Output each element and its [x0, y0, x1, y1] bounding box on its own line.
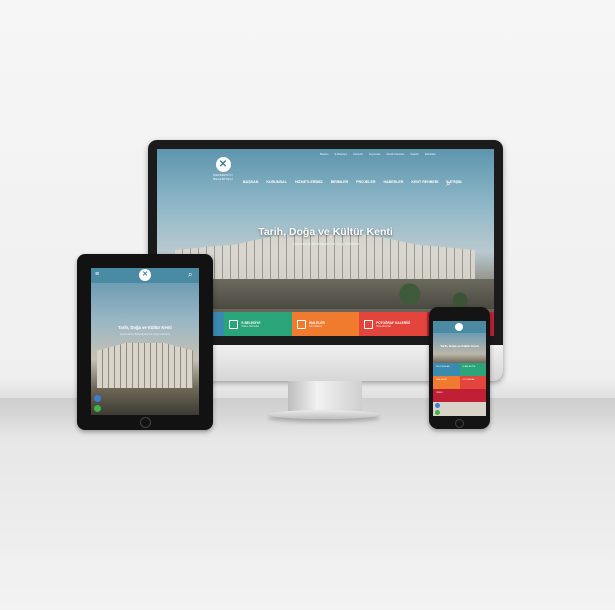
top-link[interactable]: İhaleler: [410, 153, 419, 156]
whatsapp-fab-icon[interactable]: [94, 405, 101, 412]
tile-ihaleler[interactable]: İHALELER Tüm İhaleler: [291, 312, 360, 336]
search-icon[interactable]: ⌕: [188, 270, 192, 280]
phone-tile[interactable]: DUYURULAR: [433, 363, 460, 376]
tile-e-belediye[interactable]: E-BELEDİYE Online Hizmetler: [224, 312, 292, 336]
monitor-stand: [288, 381, 362, 411]
tile-sub: Tüm Albümler: [376, 324, 391, 328]
top-link[interactable]: Haberler: [353, 153, 363, 156]
tile-sub: Online Hizmetler: [241, 324, 260, 328]
nav-item[interactable]: KURUMSAL: [266, 180, 287, 184]
phone-header: [433, 321, 486, 333]
tile-sub: Tüm İhaleler: [308, 324, 323, 328]
top-link[interactable]: Etkinlikler: [425, 153, 436, 156]
tile-title: İHALELER: [308, 320, 325, 325]
site-logo[interactable]: ✕ ÇERKEZKÖY BELEDİYESİ: [209, 157, 237, 185]
calendar-icon: [229, 319, 239, 329]
search-icon[interactable]: ⌕: [446, 178, 451, 189]
nav-item[interactable]: HABERLER: [383, 180, 403, 184]
top-link[interactable]: E-Belediye: [335, 153, 348, 156]
hero-building-image: [97, 343, 193, 388]
top-link[interactable]: Meclis Kararları: [386, 153, 404, 156]
logo-text: ÇERKEZKÖY BELEDİYESİ: [212, 173, 234, 181]
phone-tiles: DUYURULAR E-BELEDİYE İHALELER FOTOĞRAF V…: [433, 363, 486, 402]
top-link[interactable]: Duyurular: [369, 153, 380, 156]
whatsapp-fab-icon[interactable]: [435, 410, 440, 415]
monitor-foot: [268, 410, 380, 419]
phone-tile[interactable]: E-BELEDİYE: [459, 363, 486, 376]
phone-hero: [433, 333, 486, 363]
home-button: [455, 419, 464, 428]
tablet-device: ≡ ✕ ⌕ Tarih, Doğa ve Kültür Kenti Çerkez…: [77, 254, 213, 430]
phone-fab-icon[interactable]: [435, 403, 440, 408]
menu-icon[interactable]: ≡: [95, 271, 99, 278]
phone-screen: Tarih, Doğa ve Kültür Kenti DUYURULAR E-…: [433, 321, 486, 416]
home-button: [140, 417, 151, 428]
phone-tile[interactable]: VİDEO: [433, 389, 486, 402]
tablet-hero-subtitle: Çerkezköy Belediyesi'ne Hoş Geldiniz: [119, 332, 171, 336]
nav-item[interactable]: BİRİMLER: [331, 180, 348, 184]
nav-item[interactable]: BAŞKAN: [243, 180, 258, 184]
tile-title: VİDEO: [436, 392, 443, 394]
phone-tile[interactable]: İHALELER: [433, 376, 460, 389]
top-links-bar: Başkan E-Belediye Haberler Duyurular Mec…: [157, 149, 494, 159]
tile-title: DUYURULAR: [436, 366, 450, 368]
phone-tile[interactable]: FOTOĞRAF: [459, 376, 486, 389]
tile-title: FOTOĞRAF: [462, 379, 475, 381]
phone-device: Tarih, Doğa ve Kültür Kenti DUYURULAR E-…: [429, 307, 490, 429]
tablet-header: ≡ ✕ ⌕: [91, 268, 199, 283]
list-icon: [296, 319, 306, 329]
logo-mark-icon: ✕: [215, 157, 231, 172]
hero-subtitle: Çerkezköy Belediyesi'ne Hoş Geldiniz: [291, 241, 360, 246]
tablet-hero-title: Tarih, Doğa ve Kültür Kenti: [118, 325, 172, 330]
tile-title: E-BELEDİYE: [241, 320, 261, 325]
tablet-screen: ≡ ✕ ⌕ Tarih, Doğa ve Kültür Kenti Çerkez…: [91, 268, 199, 415]
hero-title: Tarih, Doğa ve Kültür Kenti: [258, 226, 393, 238]
main-nav: BAŞKAN KURUMSAL HİZMETLERİMİZ BİRİMLER P…: [243, 180, 462, 184]
tile-title: E-BELEDİYE: [462, 366, 476, 368]
tile-foto-galeri[interactable]: FOTOĞRAF GALERİSİ Tüm Albümler: [359, 312, 427, 336]
nav-item[interactable]: KENT REHBERİ: [411, 180, 438, 184]
logo-mark-icon[interactable]: ✕: [139, 269, 151, 281]
phone-fab-icon[interactable]: [94, 395, 101, 402]
tile-title: İHALELER: [436, 379, 447, 381]
nav-item[interactable]: PROJELER: [356, 180, 375, 184]
phone-hero-title: Tarih, Doğa ve Kültür Kenti: [440, 344, 479, 348]
tile-title: FOTOĞRAF GALERİSİ: [376, 320, 410, 325]
nav-item[interactable]: HİZMETLERİMİZ: [295, 180, 323, 184]
image-icon: [364, 319, 374, 329]
top-link[interactable]: Başkan: [320, 153, 329, 156]
logo-mark-icon[interactable]: [455, 323, 463, 331]
